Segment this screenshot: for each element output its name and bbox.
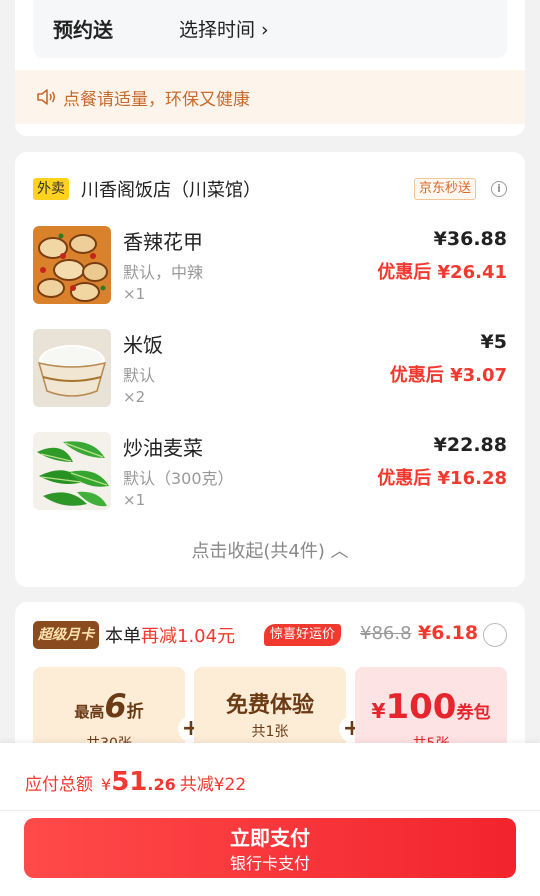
item-quantity: ×2 <box>123 388 146 406</box>
item-price: ¥36.88 <box>433 228 507 250</box>
divider <box>0 810 540 811</box>
item-discount-price: 优惠后 ¥26.41 <box>377 262 507 283</box>
takeout-tag: 外卖 <box>33 178 69 200</box>
stir-fried-greens-image <box>33 432 111 510</box>
item-price: ¥5 <box>480 331 507 353</box>
order-item: 炒油麦菜 默认（300克） ×1 ¥22.88 优惠后 ¥16.28 <box>33 432 507 512</box>
item-spec: 默认 <box>123 366 156 385</box>
item-price: ¥22.88 <box>433 434 507 456</box>
total-summary: 应付总额 ¥51.26 共减¥22 <box>25 767 246 797</box>
preorder-label: 预约送 <box>53 18 113 42</box>
order-item: 香辣花甲 默认，中辣 ×1 ¥36.88 优惠后 ¥26.41 <box>33 226 507 306</box>
info-icon[interactable]: i <box>491 181 507 197</box>
checkout-bar: 应付总额 ¥51.26 共减¥22 立即支付 银行卡支付 <box>0 743 540 896</box>
item-discount-price: 优惠后 ¥16.28 <box>377 468 507 489</box>
surprise-price-tag: 惊喜好运价 <box>264 624 342 646</box>
item-spec: 默认（300克） <box>123 469 234 488</box>
promo-select-radio[interactable] <box>483 623 507 647</box>
item-quantity: ×1 <box>123 491 146 509</box>
free-trial-count: 共1张 <box>251 724 289 740</box>
eco-tip-text: 点餐请适量，环保又健康 <box>63 90 250 110</box>
discount-option-title: 最高6折 <box>74 687 144 725</box>
item-discount-price: 优惠后 ¥3.07 <box>389 365 507 386</box>
order-card: 外卖 川香阁饭店（川菜馆） 京东秒送 i 香辣花甲 默认，中辣 ×1 ¥36.8… <box>15 152 525 587</box>
payment-method-label: 银行卡支付 <box>229 854 310 873</box>
preorder-row[interactable]: 预约送 选择时间 › <box>33 0 507 58</box>
promo-text: 本单再减1.04元 <box>105 626 236 647</box>
collapse-items-button[interactable]: 点击收起(共4件) ︿ <box>15 537 525 563</box>
promo-price: ¥6.18 <box>418 622 479 644</box>
total-amount-integer: 51 <box>111 767 148 797</box>
item-name: 香辣花甲 <box>123 230 203 254</box>
item-name: 米饭 <box>123 333 163 357</box>
item-spec: 默认，中辣 <box>123 263 204 282</box>
order-item: 米饭 默认 ×2 ¥5 优惠后 ¥3.07 <box>33 329 507 409</box>
store-name[interactable]: 川香阁饭店（川菜馆） <box>81 176 261 202</box>
pay-now-label: 立即支付 <box>230 826 310 850</box>
currency-symbol: ¥ <box>101 775 112 794</box>
total-amount-decimal: .26 <box>147 775 176 794</box>
delivery-service-tag: 京东秒送 <box>414 178 477 200</box>
free-trial-title: 免费体验 <box>225 693 314 718</box>
preorder-time-select[interactable]: 选择时间 › <box>179 15 269 42</box>
item-name: 炒油麦菜 <box>123 436 203 460</box>
spicy-clams-image <box>33 226 111 304</box>
coupon-pack-title: ¥100券包 <box>371 687 491 727</box>
total-label: 应付总额 <box>25 775 93 795</box>
rice-bowl-image <box>33 329 111 407</box>
eco-tip-bar: 点餐请适量，环保又健康 <box>15 70 525 124</box>
pay-now-button[interactable]: 立即支付 银行卡支付 <box>24 818 516 878</box>
original-price: ¥86.8 <box>360 623 412 644</box>
speaker-icon <box>37 89 56 105</box>
delivery-card: 预约送 选择时间 › 点餐请适量，环保又健康 <box>15 0 525 136</box>
super-card-badge: 超级月卡 <box>33 621 99 649</box>
total-saved: 共减¥22 <box>179 775 247 795</box>
item-quantity: ×1 <box>123 285 146 303</box>
